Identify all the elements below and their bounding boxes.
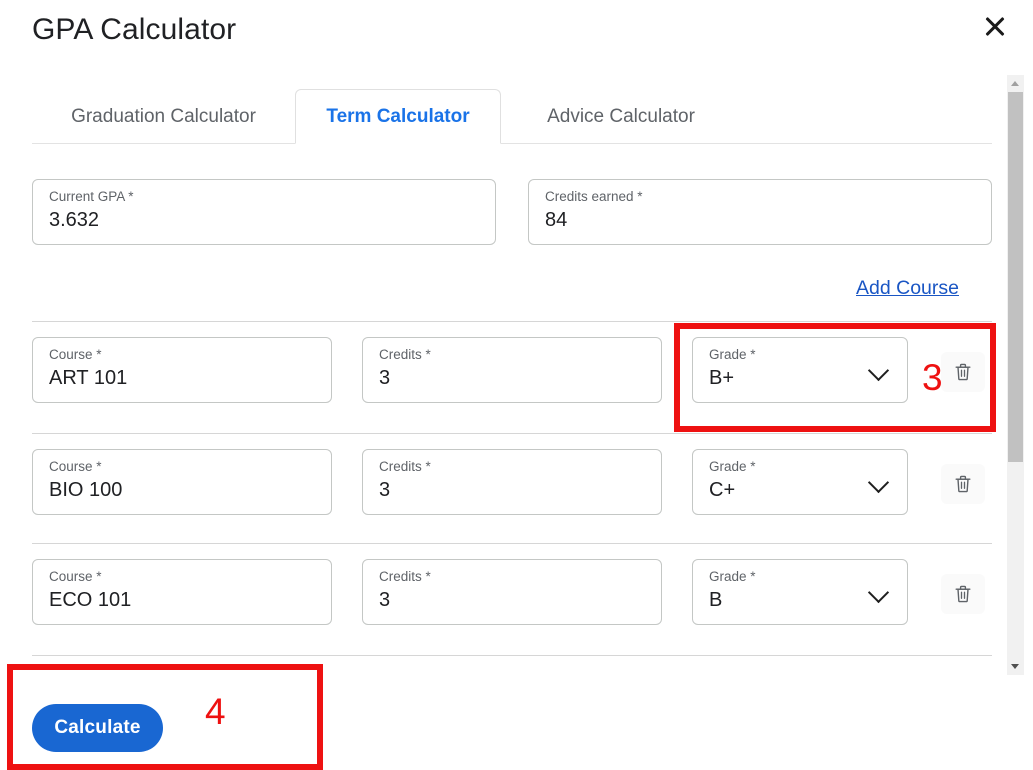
row-separator (32, 655, 992, 656)
course-credits-value[interactable]: 3 (379, 589, 390, 612)
tab-label: Advice Calculator (547, 105, 695, 127)
calculate-button[interactable]: Calculate (32, 704, 163, 752)
trash-icon (954, 474, 972, 494)
current-gpa-field[interactable]: Current GPA * 3.632 (32, 179, 496, 245)
course-grade-dropdown[interactable]: Grade * C+ (692, 449, 908, 515)
course-credits-value[interactable]: 3 (379, 479, 390, 502)
course-credits-label: Credits * (379, 459, 431, 474)
course-grade-value[interactable]: C+ (709, 479, 735, 502)
gpa-calculator-dialog: GPA Calculator Graduation Calculator Ter… (0, 0, 1033, 770)
credits-earned-label: Credits earned * (545, 189, 643, 204)
dialog-body: Graduation Calculator Term Calculator Ad… (0, 64, 1000, 770)
delete-course-button[interactable] (941, 574, 985, 614)
course-grade-label: Grade * (709, 569, 756, 584)
tab-term-calculator[interactable]: Term Calculator (295, 89, 501, 144)
course-name-value[interactable]: BIO 100 (49, 479, 122, 502)
course-name-value[interactable]: ART 101 (49, 367, 127, 390)
course-grade-dropdown[interactable]: Grade * B+ (692, 337, 908, 403)
course-name-value[interactable]: ECO 101 (49, 589, 131, 612)
add-course-link[interactable]: Add Course (856, 277, 959, 300)
course-row: Course * ECO 101 Credits * 3 Grade * B (0, 544, 1000, 654)
chevron-down-icon[interactable] (868, 360, 890, 382)
trash-icon (954, 584, 972, 604)
course-name-field[interactable]: Course * ECO 101 (32, 559, 332, 625)
course-row: Course * BIO 100 Credits * 3 Grade * C+ (0, 434, 1000, 544)
course-credits-field[interactable]: Credits * 3 (362, 449, 662, 515)
triangle-up-icon[interactable] (1007, 75, 1024, 92)
delete-course-button[interactable] (941, 352, 985, 392)
trash-icon (954, 362, 972, 382)
course-grade-value[interactable]: B+ (709, 367, 734, 390)
course-name-label: Course * (49, 347, 102, 362)
delete-course-button[interactable] (941, 464, 985, 504)
course-credits-label: Credits * (379, 347, 431, 362)
credits-earned-value[interactable]: 84 (545, 209, 567, 232)
course-grade-dropdown[interactable]: Grade * B (692, 559, 908, 625)
course-grade-label: Grade * (709, 459, 756, 474)
course-name-label: Course * (49, 459, 102, 474)
credits-earned-field[interactable]: Credits earned * 84 (528, 179, 992, 245)
course-grade-value[interactable]: B (709, 589, 722, 612)
tab-graduation-calculator[interactable]: Graduation Calculator (32, 89, 295, 144)
chevron-down-icon[interactable] (868, 472, 890, 494)
tab-strip: Graduation Calculator Term Calculator Ad… (32, 89, 992, 144)
course-credits-label: Credits * (379, 569, 431, 584)
course-grade-label: Grade * (709, 347, 756, 362)
course-name-field[interactable]: Course * ART 101 (32, 337, 332, 403)
dialog-header: GPA Calculator (0, 0, 1033, 64)
close-icon (983, 14, 1007, 38)
course-credits-field[interactable]: Credits * 3 (362, 337, 662, 403)
current-gpa-label: Current GPA * (49, 189, 134, 204)
tab-label: Term Calculator (326, 105, 470, 127)
course-name-label: Course * (49, 569, 102, 584)
course-credits-field[interactable]: Credits * 3 (362, 559, 662, 625)
vertical-scrollbar[interactable] (1007, 75, 1024, 675)
scrollbar-thumb[interactable] (1008, 92, 1023, 462)
chevron-down-icon[interactable] (868, 582, 890, 604)
close-button[interactable] (973, 4, 1017, 48)
page-title: GPA Calculator (32, 13, 237, 46)
tab-label: Graduation Calculator (71, 105, 256, 127)
course-credits-value[interactable]: 3 (379, 367, 390, 390)
triangle-down-icon[interactable] (1007, 658, 1024, 675)
course-name-field[interactable]: Course * BIO 100 (32, 449, 332, 515)
tab-advice-calculator[interactable]: Advice Calculator (501, 89, 741, 144)
current-gpa-value[interactable]: 3.632 (49, 209, 99, 232)
course-row: Course * ART 101 Credits * 3 Grade * B+ (0, 322, 1000, 432)
